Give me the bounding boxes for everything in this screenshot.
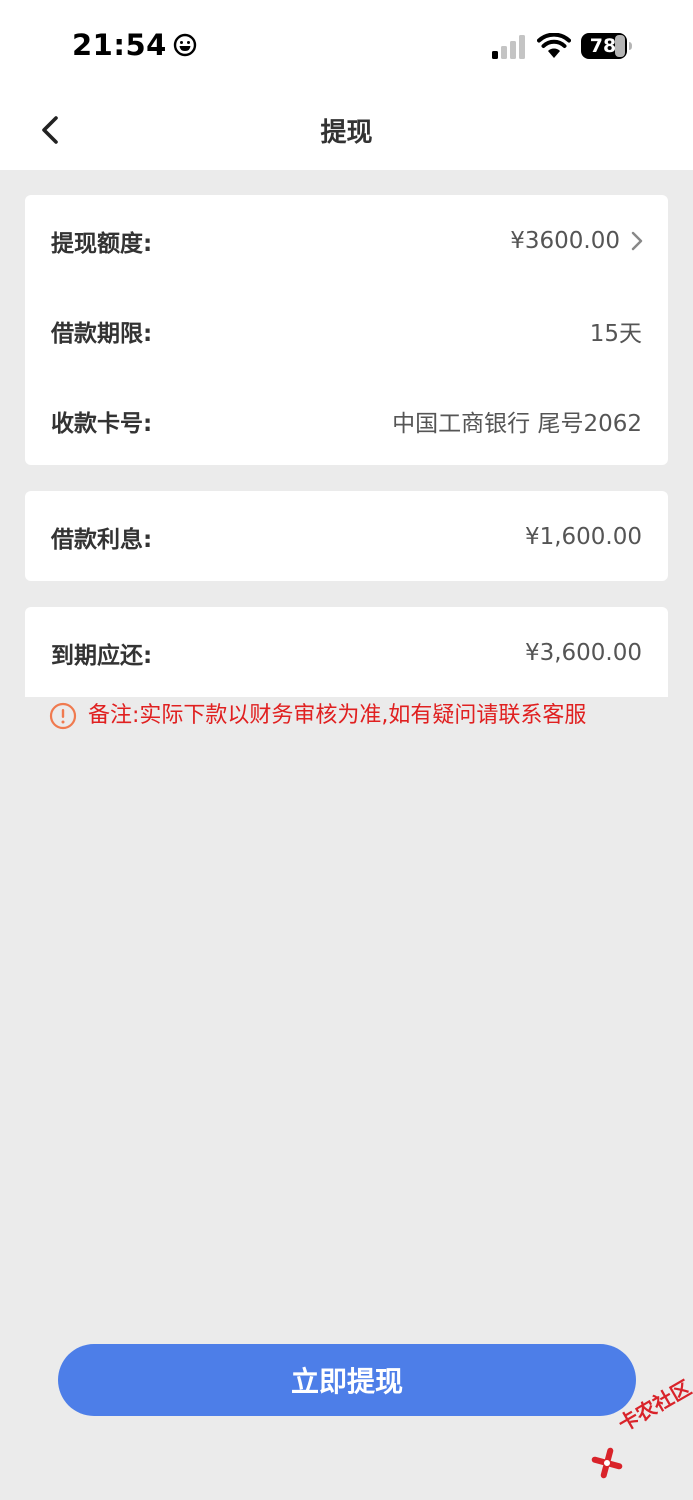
due-amount-row: 到期应还: ¥3,600.00 xyxy=(25,623,668,683)
receiving-card-value: 中国工商银行 尾号2062 xyxy=(392,411,642,437)
wifi-icon xyxy=(537,33,571,58)
chevron-left-icon xyxy=(42,116,58,144)
due-amount-value: ¥3,600.00 xyxy=(524,640,642,666)
receiving-card-label: 收款卡号: xyxy=(51,411,153,437)
interest-card: 借款利息: ¥1,600.00 xyxy=(25,491,668,581)
loan-term-label: 借款期限: xyxy=(51,321,153,347)
withdraw-limit-label: 提现额度: xyxy=(51,231,153,257)
remark-text: 备注:实际下款以财务审核为准,如有疑问请联系客服 xyxy=(88,703,587,728)
interest-value: ¥1,600.00 xyxy=(524,524,642,550)
warning-circle-icon xyxy=(49,702,77,730)
smiley-icon xyxy=(173,33,197,57)
receiving-card-row: 收款卡号: 中国工商银行 尾号2062 xyxy=(25,391,668,451)
nav-bar: 提现 xyxy=(0,90,693,170)
withdraw-now-button[interactable]: 立即提现 xyxy=(58,1344,636,1416)
remark-note: 备注:实际下款以财务审核为准,如有疑问请联系客服 xyxy=(49,700,649,731)
cellular-signal-icon xyxy=(492,35,525,59)
loan-details-card: 提现额度: ¥3600.00 借款期限: 15天 收款卡号: 中国工商银行 尾号… xyxy=(25,195,668,465)
interest-row: 借款利息: ¥1,600.00 xyxy=(25,507,668,567)
loan-term-row: 借款期限: 15天 xyxy=(25,301,668,361)
withdraw-limit-value-group: ¥3600.00 xyxy=(510,228,644,254)
withdraw-limit-value: ¥3600.00 xyxy=(510,228,620,254)
page-title: 提现 xyxy=(320,117,373,148)
status-time-text: 21:54 xyxy=(72,28,167,62)
loan-term-value: 15天 xyxy=(589,321,642,347)
chevron-right-icon xyxy=(631,231,643,251)
battery-level: 78 xyxy=(589,35,617,57)
interest-label: 借款利息: xyxy=(51,527,153,553)
status-bar: 21:54 78 xyxy=(0,0,693,90)
withdraw-limit-row[interactable]: 提现额度: ¥3600.00 xyxy=(25,211,668,271)
back-button[interactable] xyxy=(30,110,70,150)
due-amount-card: 到期应还: ¥3,600.00 xyxy=(25,607,668,697)
status-time: 21:54 xyxy=(72,28,197,62)
due-amount-label: 到期应还: xyxy=(51,643,153,669)
